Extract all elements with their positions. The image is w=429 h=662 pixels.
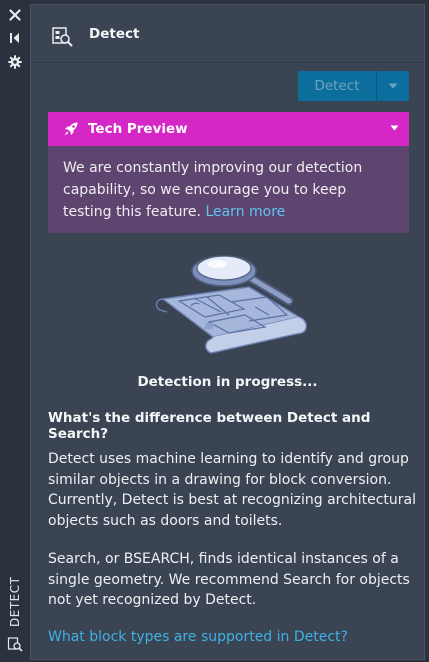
- rocket-icon: [64, 122, 78, 136]
- info-heading: What's the difference between Detect and…: [48, 410, 371, 442]
- supported-block-types-link[interactable]: What block types are supported in Detect…: [48, 629, 348, 645]
- tech-preview-body: We are constantly improving our detectio…: [48, 146, 409, 233]
- gear-icon[interactable]: [7, 54, 23, 70]
- tech-preview-header[interactable]: Tech Preview: [48, 112, 409, 146]
- vertical-tab-label[interactable]: DETECT: [8, 576, 22, 628]
- blueprint-search-illustration: [149, 249, 311, 361]
- panel-title: Detect: [89, 26, 140, 42]
- side-rail: DETECT: [0, 0, 30, 662]
- chevron-down-icon[interactable]: [390, 125, 399, 131]
- panel-header: Detect: [31, 5, 424, 63]
- detect-icon: [51, 25, 73, 47]
- collapse-icon[interactable]: [7, 30, 23, 46]
- detect-tab-icon[interactable]: [7, 636, 23, 652]
- chevron-down-icon: [388, 83, 398, 89]
- vertical-tab-text: DETECT: [8, 576, 22, 627]
- detect-button[interactable]: Detect: [298, 71, 377, 101]
- detect-panel: Detect Detect Tech Preview We are consta…: [30, 4, 425, 660]
- close-icon[interactable]: [7, 7, 23, 23]
- detect-split-button: Detect: [298, 71, 410, 101]
- progress-status: Detection in progress...: [137, 374, 318, 390]
- tech-preview-title: Tech Preview: [88, 121, 188, 137]
- detect-options-button[interactable]: [377, 71, 409, 101]
- info-paragraph-detect: Detect uses machine learning to identify…: [48, 451, 416, 529]
- learn-more-link[interactable]: Learn more: [205, 204, 285, 220]
- info-paragraph-search: Search, or BSEARCH, finds identical inst…: [48, 551, 410, 608]
